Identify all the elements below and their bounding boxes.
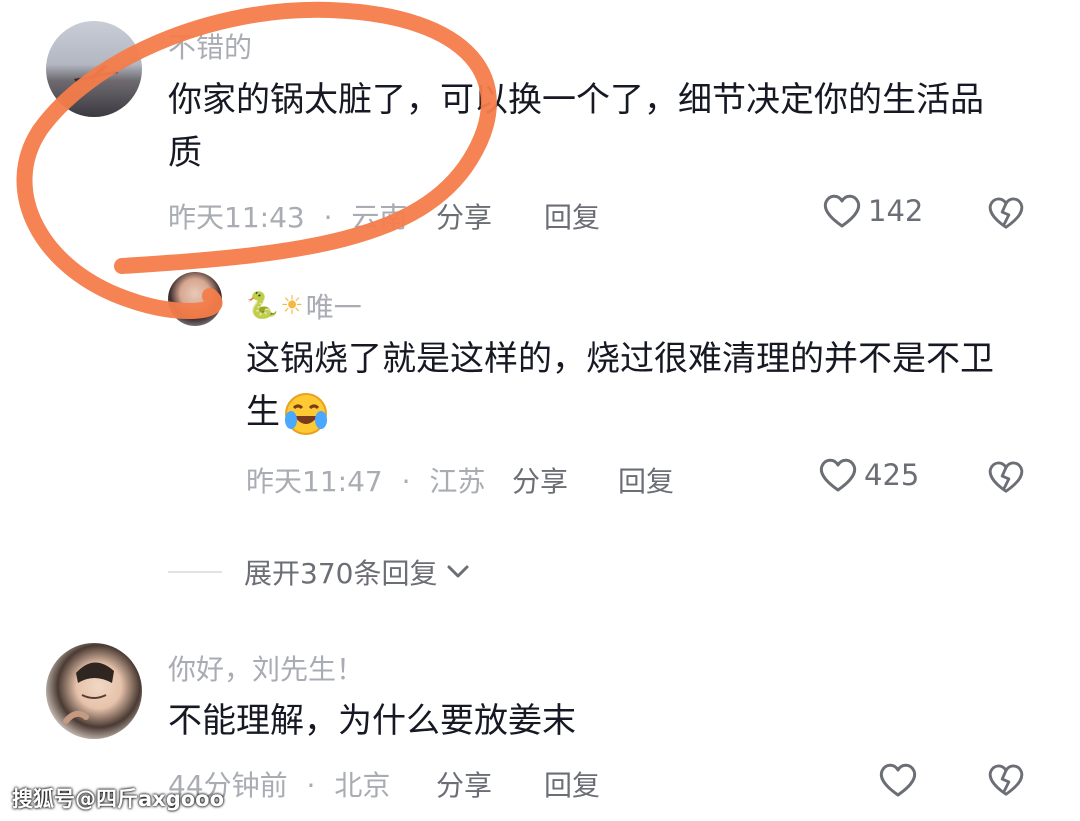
broken-heart-icon (988, 197, 1024, 229)
avatar[interactable] (168, 272, 222, 326)
meta-separator: · (306, 769, 316, 802)
watermark: 搜狐号@四斤axgooo (12, 787, 225, 811)
sun-emoji: ☀ (280, 291, 304, 321)
avatar[interactable] (46, 643, 142, 739)
comment-text-line: 质 (168, 133, 202, 173)
divider-line (168, 571, 222, 573)
like-button[interactable]: 425 (818, 457, 919, 493)
comment-text: 不能理解，为什么要放姜末 (168, 701, 576, 741)
comment-location: 云南 (351, 201, 408, 234)
share-button[interactable]: 分享 (436, 764, 492, 804)
portrait-illustration (63, 662, 114, 724)
comment-text: 你家的锅太脏了，可以换一个了，细节决定你的生活品 质 (168, 74, 1028, 180)
airplane-icon (74, 65, 118, 82)
comment-text-line: 你家的锅太脏了，可以换一个了，细节决定你的生活品 (168, 80, 984, 120)
dislike-button[interactable] (987, 195, 1025, 235)
expand-replies-button[interactable]: 展开370条回复 (168, 552, 473, 592)
reply-text-line: 这锅烧了就是这样的，烧过很难清理的并不是不卫 (246, 339, 994, 379)
share-button[interactable]: 分享 (436, 196, 492, 236)
reply-text-line: 生 (246, 386, 1046, 439)
meta-separator: · (323, 201, 333, 234)
like-count: 425 (864, 458, 920, 492)
reply-text: 这锅烧了就是这样的，烧过很难清理的并不是不卫 生 (246, 333, 1046, 439)
reply-text-end: 生 (246, 392, 280, 432)
like-button[interactable]: 142 (822, 193, 923, 229)
share-button[interactable]: 分享 (512, 460, 568, 500)
comment-username[interactable]: 你好，刘先生！ (168, 648, 364, 688)
comment-username[interactable]: 不错的 (168, 26, 252, 66)
heart-icon (879, 763, 917, 797)
reply-username[interactable]: 🐍 ☀ 唯一 (246, 286, 362, 326)
heart-icon (823, 194, 861, 228)
heart-icon (819, 458, 857, 492)
comment-time: 昨天11:43 (168, 201, 305, 234)
dislike-button[interactable] (987, 762, 1025, 802)
reply-username-text: 唯一 (305, 291, 362, 324)
reply-meta: 昨天11:47 · 江苏 (246, 460, 485, 500)
laugh-cry-emoji (282, 390, 330, 438)
broken-heart-icon (988, 461, 1024, 493)
reply-button[interactable]: 回复 (544, 196, 600, 236)
reply-location: 江苏 (429, 465, 486, 498)
like-button[interactable] (878, 762, 918, 798)
comment-location: 北京 (334, 769, 391, 802)
snake-emoji: 🐍 (246, 291, 279, 321)
avatar[interactable] (46, 21, 142, 117)
chevron-down-icon (447, 565, 469, 578)
meta-separator: · (401, 465, 411, 498)
reply-time: 昨天11:47 (246, 465, 383, 498)
reply-button[interactable]: 回复 (544, 764, 600, 804)
broken-heart-icon (988, 764, 1024, 796)
reply-button[interactable]: 回复 (618, 460, 674, 500)
dislike-button[interactable] (987, 459, 1025, 499)
comment-meta: 昨天11:43 · 云南 (168, 196, 407, 236)
like-count: 142 (868, 194, 924, 228)
expand-replies-label: 展开370条回复 (244, 557, 438, 590)
